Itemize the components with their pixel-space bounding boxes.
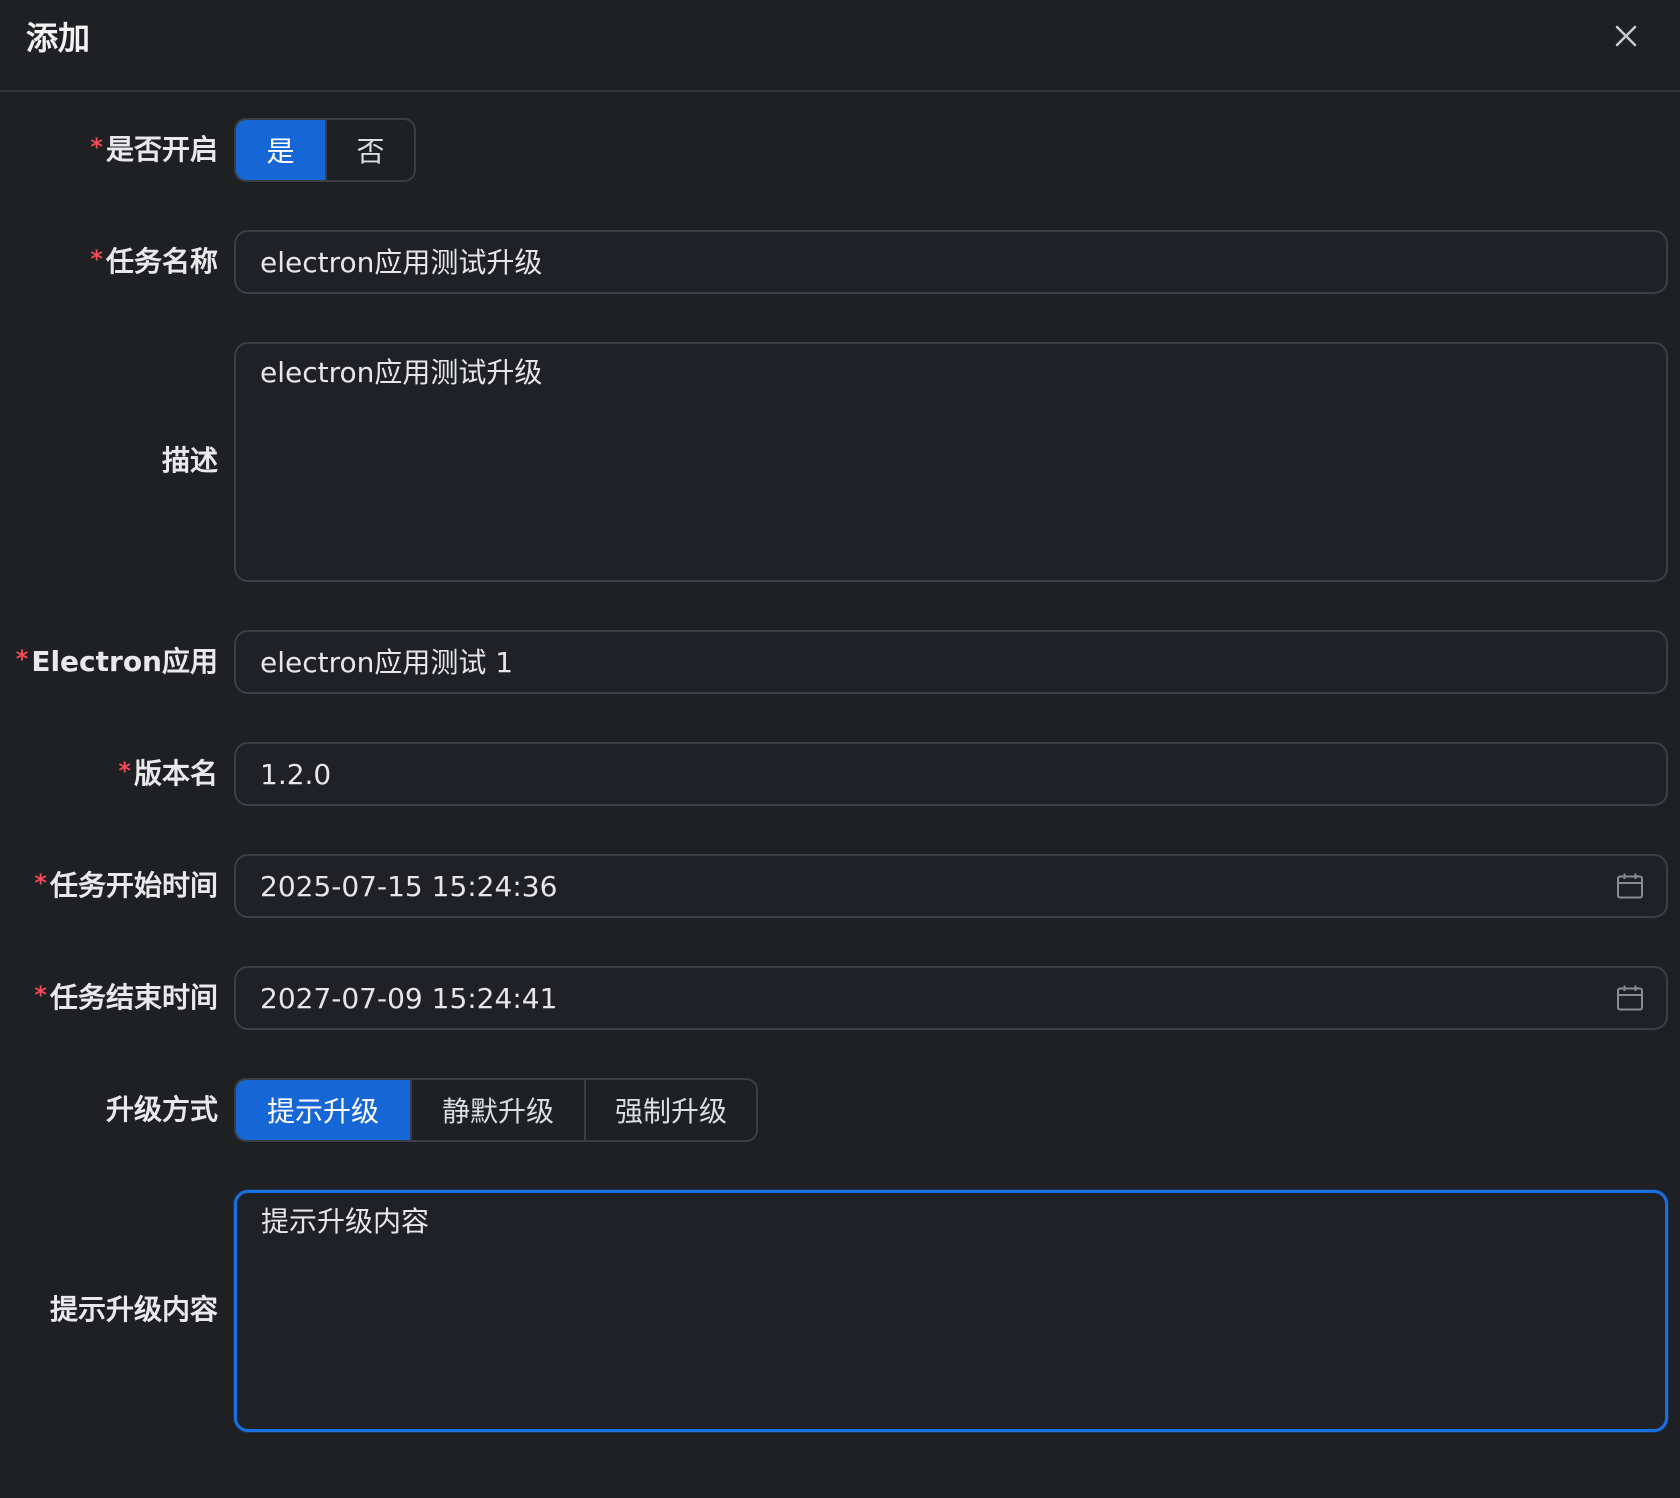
enabled-option-no[interactable]: 否 (327, 120, 414, 180)
end-time-value: 2027-07-09 15:24:41 (260, 982, 558, 1015)
required-mark: * (90, 133, 103, 161)
upgrade-mode-option-silent[interactable]: 静默升级 (412, 1080, 586, 1140)
required-mark: * (90, 245, 103, 273)
required-mark: * (15, 645, 29, 673)
electron-app-label: * Electron应用 (15, 645, 218, 678)
prompt-content-label: 提示升级内容 (49, 1293, 218, 1326)
required-mark: * (118, 757, 131, 785)
calendar-icon[interactable] (1616, 984, 1644, 1012)
upgrade-mode-option-force[interactable]: 强制升级 (586, 1080, 756, 1140)
close-icon[interactable] (1610, 20, 1642, 52)
electron-app-value: electron应用测试 1 (260, 646, 514, 679)
task-name-input[interactable]: electron应用测试升级 (234, 230, 1668, 294)
start-time-label: * 任务开始时间 (34, 869, 218, 902)
enabled-label: * 是否开启 (90, 133, 218, 166)
add-dialog: 添加 * 是否开启 是 否 * 任务名称 electron应用测试升级 描述 ele… (0, 0, 1680, 1498)
task-name-value: electron应用测试升级 (260, 246, 543, 279)
upgrade-mode-option-prompt[interactable]: 提示升级 (236, 1080, 412, 1140)
version-name-value: 1.2.0 (260, 758, 332, 791)
electron-app-select[interactable]: electron应用测试 1 (234, 630, 1668, 694)
version-name-label: * 版本名 (118, 757, 218, 790)
calendar-icon[interactable] (1616, 872, 1644, 900)
required-mark: * (34, 869, 47, 897)
dialog-title: 添加 (26, 19, 91, 57)
upgrade-mode-radio-group: 提示升级 静默升级 强制升级 (234, 1078, 758, 1142)
task-name-label: * 任务名称 (90, 245, 218, 278)
start-time-value: 2025-07-15 15:24:36 (260, 870, 558, 903)
end-time-label: * 任务结束时间 (34, 981, 218, 1014)
prompt-content-textarea[interactable]: 提示升级内容 (234, 1190, 1668, 1432)
start-time-picker[interactable]: 2025-07-15 15:24:36 (234, 854, 1668, 918)
version-name-input[interactable]: 1.2.0 (234, 742, 1668, 806)
prompt-content-value: 提示升级内容 (261, 1205, 430, 1238)
upgrade-mode-label: 升级方式 (105, 1093, 218, 1126)
enabled-option-yes[interactable]: 是 (236, 120, 327, 180)
end-time-picker[interactable]: 2027-07-09 15:24:41 (234, 966, 1668, 1030)
enabled-radio-group: 是 否 (234, 118, 416, 182)
description-textarea[interactable]: electron应用测试升级 (234, 342, 1668, 582)
required-mark: * (34, 981, 47, 1009)
description-value: electron应用测试升级 (260, 356, 543, 389)
description-label: 描述 (161, 444, 218, 477)
dialog-header: 添加 (0, 0, 1680, 92)
